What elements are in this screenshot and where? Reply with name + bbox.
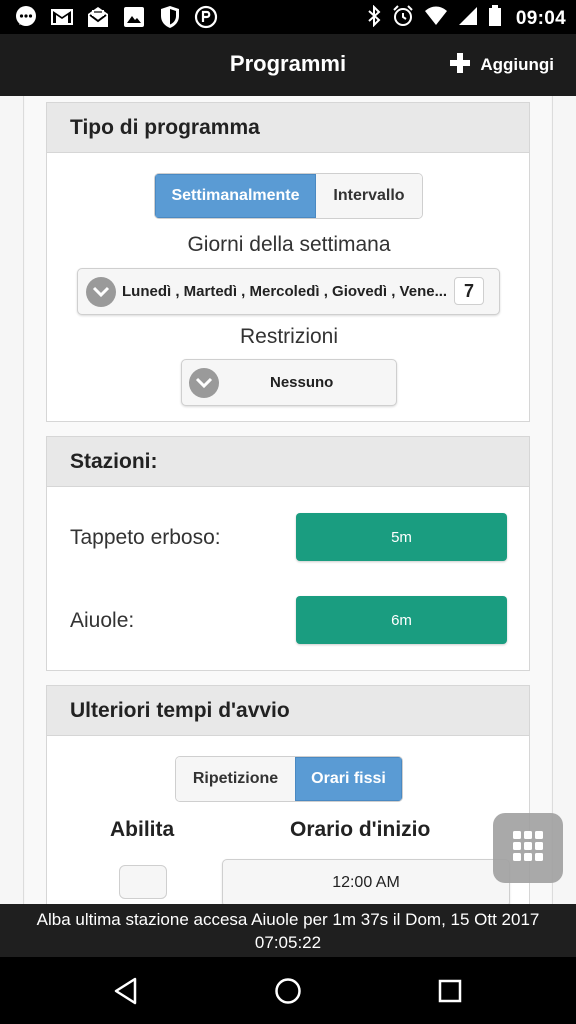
keypad-fab-button[interactable] bbox=[493, 813, 563, 883]
station-flowerbeds-duration-button[interactable]: 6m bbox=[296, 596, 507, 644]
plus-icon bbox=[450, 52, 471, 78]
image-icon bbox=[122, 5, 146, 29]
stations-card: Stazioni: Tappeto erboso: 5m Aiuole: 6m bbox=[46, 436, 530, 671]
days-value: Lunedì , Martedì , Mercoledì , Giovedì ,… bbox=[122, 283, 448, 300]
chat-icon bbox=[14, 5, 38, 29]
battery-icon bbox=[488, 5, 502, 32]
shield-icon bbox=[158, 5, 182, 29]
extra-start-card: Ulteriori tempi d'avvio Ripetizione Orar… bbox=[46, 685, 530, 904]
status-bar: 09:04 bbox=[0, 0, 576, 34]
program-type-toggle: Settimanalmente Intervallo bbox=[154, 173, 423, 219]
add-program-button[interactable]: Aggiungi bbox=[450, 50, 554, 80]
last-run-line1: Alba ultima stazione accesa Aiuole per 1… bbox=[36, 910, 540, 929]
home-icon[interactable] bbox=[272, 975, 304, 1007]
fixed-times-option[interactable]: Orari fissi bbox=[295, 757, 402, 801]
clock-time: 09:04 bbox=[515, 7, 566, 29]
add-program-label: Aggiungi bbox=[480, 55, 554, 74]
stations-title: Stazioni: bbox=[47, 437, 529, 487]
last-run-status: Alba ultima stazione accesa Aiuole per 1… bbox=[0, 904, 576, 957]
station-lawn-label: Tappeto erboso: bbox=[70, 526, 221, 549]
gmail-icon bbox=[50, 5, 74, 29]
wifi-icon bbox=[424, 6, 448, 31]
extra-start-toggle: Ripetizione Orari fissi bbox=[175, 756, 403, 802]
station-flowerbeds-label: Aiuole: bbox=[70, 609, 135, 632]
main-content[interactable]: Tipo di programma Settimanalmente Interv… bbox=[0, 96, 576, 904]
weekly-option[interactable]: Settimanalmente bbox=[155, 174, 316, 218]
chevron-down-icon bbox=[189, 368, 219, 398]
mail-icon bbox=[86, 5, 110, 29]
back-icon[interactable] bbox=[110, 975, 142, 1007]
program-form: Tipo di programma Settimanalmente Interv… bbox=[25, 96, 551, 904]
grid-icon bbox=[512, 830, 544, 867]
recents-icon[interactable] bbox=[434, 975, 466, 1007]
program-type-card: Tipo di programma Settimanalmente Interv… bbox=[46, 102, 530, 422]
alarm-icon bbox=[392, 5, 414, 32]
parking-icon bbox=[194, 5, 218, 29]
restrictions-value: Nessuno bbox=[270, 374, 334, 391]
enable-column-header: Abilita bbox=[110, 818, 175, 841]
system-nav-bar bbox=[0, 957, 576, 1024]
enable-checkbox[interactable] bbox=[119, 865, 167, 899]
station-lawn-duration-button[interactable]: 5m bbox=[296, 513, 507, 561]
start-time-button[interactable]: 12:00 AM bbox=[222, 859, 510, 904]
chevron-down-icon bbox=[86, 277, 116, 307]
days-count-badge: 7 bbox=[454, 277, 484, 305]
bluetooth-icon bbox=[366, 4, 382, 32]
app-header: Programmi Aggiungi bbox=[0, 34, 576, 96]
days-label: Giorni della settimana bbox=[187, 233, 391, 256]
program-type-title: Tipo di programma bbox=[47, 103, 529, 153]
days-select[interactable]: Lunedì , Martedì , Mercoledì , Giovedì ,… bbox=[77, 268, 500, 315]
interval-option[interactable]: Intervallo bbox=[316, 174, 422, 218]
start-time-column-header: Orario d'inizio bbox=[290, 818, 431, 841]
restrictions-select[interactable]: Nessuno bbox=[181, 359, 397, 406]
signal-icon bbox=[458, 6, 478, 31]
restrictions-label: Restrizioni bbox=[239, 325, 339, 348]
last-run-line2: 07:05:22 bbox=[254, 933, 322, 952]
repeat-option[interactable]: Ripetizione bbox=[176, 757, 295, 801]
extra-start-title: Ulteriori tempi d'avvio bbox=[47, 686, 529, 736]
